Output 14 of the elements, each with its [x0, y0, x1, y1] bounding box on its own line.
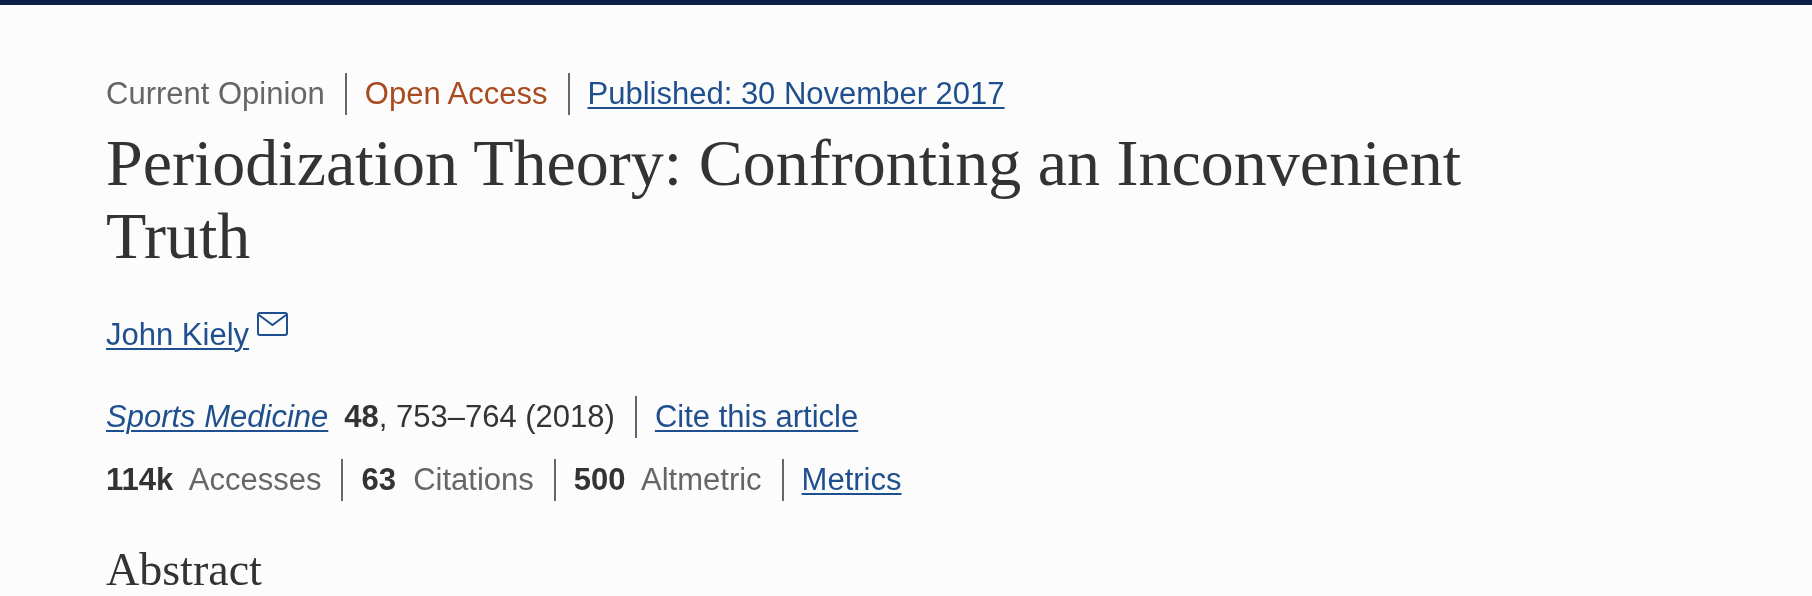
- metric-stat: 63 Citations: [341, 458, 534, 501]
- journal-link[interactable]: Sports Medicine: [106, 394, 329, 441]
- published-date-link[interactable]: Published: 30 November 2017: [587, 76, 1005, 112]
- cite-link[interactable]: Cite this article: [654, 399, 859, 435]
- metric-stat: 500 Altmetric: [553, 458, 762, 501]
- section-heading: Abstract: [106, 547, 263, 593]
- article-title: Periodization Theory: Confronting an Inconvenient Truth: [106, 125, 1463, 272]
- metrics-link[interactable]: Metrics: [801, 461, 902, 497]
- access-label: Open Access: [344, 73, 548, 116]
- metric-stat: 114k Accesses: [106, 460, 322, 499]
- article-type: Current Opinion: [106, 75, 325, 113]
- email-icon[interactable]: [257, 311, 289, 336]
- citation-details: 48, 753–764 (2018): [344, 398, 615, 436]
- author-link[interactable]: John Kiely: [106, 311, 250, 358]
